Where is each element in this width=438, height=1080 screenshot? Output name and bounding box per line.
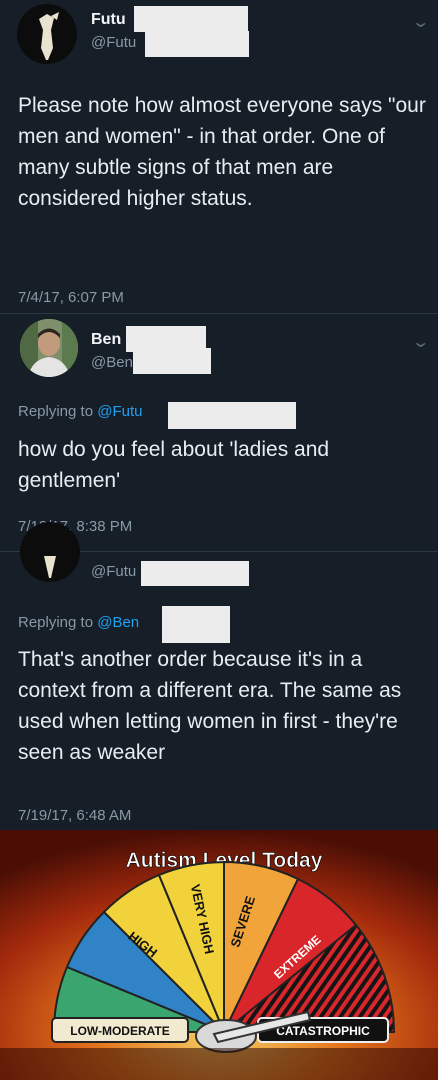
foreground-shadow	[0, 1048, 438, 1080]
reply-prefix: Replying to	[18, 614, 98, 631]
chevron-down-icon[interactable]: ⌄	[411, 12, 430, 32]
avatar[interactable]	[17, 4, 77, 64]
tweet-text: That's another order because it's in a c…	[18, 648, 402, 764]
timestamp[interactable]: 7/19/17, 6:48 AM	[18, 807, 131, 824]
mention-link[interactable]: @Ben	[97, 614, 139, 631]
redacted-handle	[133, 348, 211, 374]
gauge-label-low-moderate: LOW-MODERATE	[70, 1024, 170, 1038]
handle[interactable]: @Ben	[91, 354, 133, 371]
display-name[interactable]: Ben	[91, 331, 121, 349]
handle[interactable]: @Futu	[91, 563, 136, 580]
handle[interactable]: @Futu	[91, 34, 136, 51]
gauge-label-catastrophic: CATASTROPHIC	[276, 1024, 370, 1038]
tweet-1: Futu @Futu ⌄ Please note how almost ever…	[0, 0, 438, 313]
display-name[interactable]: Futu	[91, 11, 126, 29]
redacted-mention	[162, 606, 230, 643]
autism-level-meme: Autism Level Today HIGH VERY HIGH SEVERE…	[0, 830, 438, 1080]
tweet-text: how do you feel about 'ladies and gentle…	[18, 438, 330, 492]
avatar[interactable]	[20, 319, 78, 377]
redacted-handle	[145, 31, 249, 57]
tweet-text: Please note how almost everyone says "ou…	[18, 94, 426, 210]
tweet-2: Ben @Ben ⌄ Replying to @Futu how do you …	[0, 314, 438, 550]
redacted-mention	[168, 402, 296, 429]
tweet-3: @Futu Replying to @Ben That's another or…	[0, 522, 438, 830]
redacted-name	[134, 6, 248, 32]
chevron-down-icon[interactable]: ⌄	[411, 332, 430, 352]
avatar[interactable]	[20, 522, 80, 582]
timestamp[interactable]: 7/4/17, 6:07 PM	[18, 289, 124, 306]
mention-link[interactable]: @Futu	[97, 403, 142, 420]
reply-prefix: Replying to	[18, 403, 98, 420]
replying-to: Replying to @Ben	[18, 614, 139, 631]
redacted-handle	[141, 561, 249, 586]
replying-to: Replying to @Futu	[18, 403, 142, 420]
